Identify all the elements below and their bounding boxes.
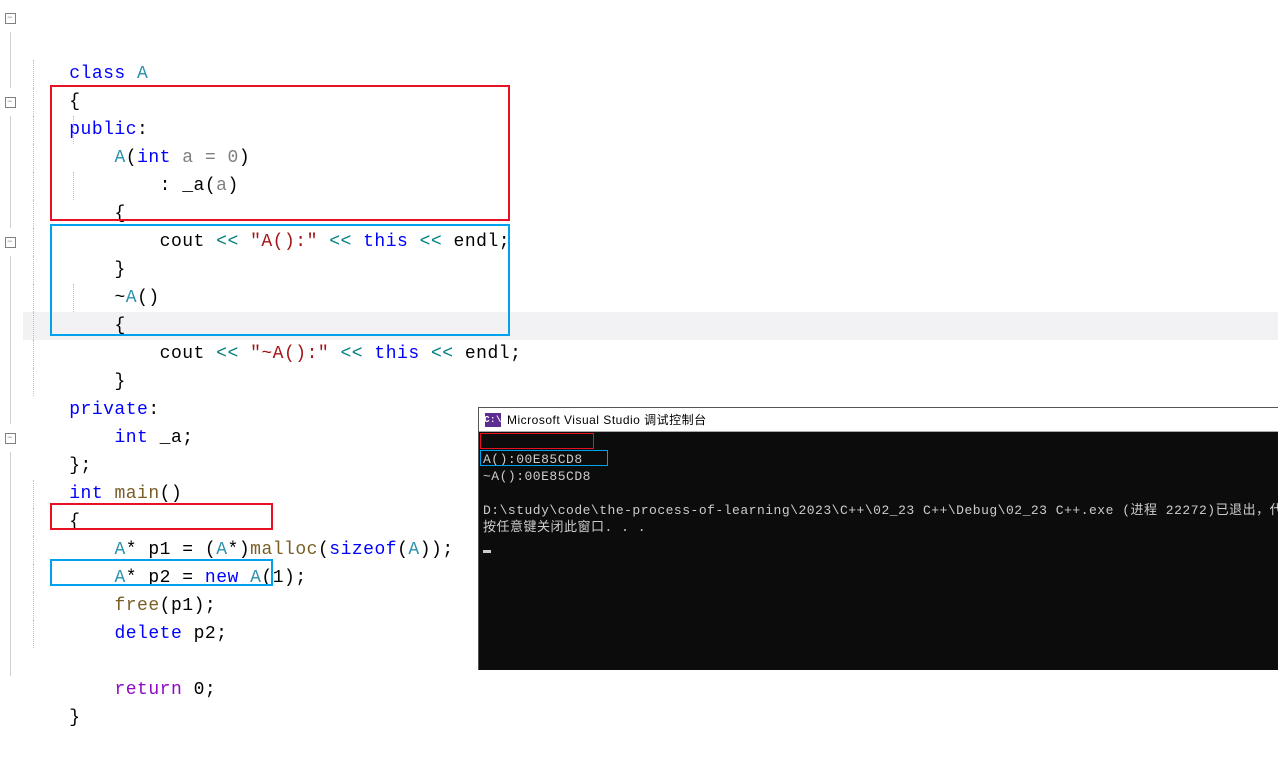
fold-icon[interactable]: −: [5, 237, 16, 248]
code-line: {: [0, 144, 1278, 172]
code-line: {: [0, 32, 1278, 60]
code-line: − class A: [0, 4, 1278, 32]
fold-icon[interactable]: −: [5, 13, 16, 24]
console-line: A():00E85CD8: [483, 452, 583, 467]
code-line: : _a(a): [0, 116, 1278, 144]
code-line: − A(int a = 0): [0, 88, 1278, 116]
code-line: cout << "~A():" << this << endl;: [0, 284, 1278, 312]
console-line: 按任意键关闭此窗口. . .: [483, 520, 646, 535]
console-output: A():00E85CD8 ~A():00E85CD8 D:\study\code…: [479, 432, 1278, 606]
vs-icon: C:\: [485, 413, 501, 427]
code-line: private:: [0, 340, 1278, 368]
console-title: Microsoft Visual Studio 调试控制台: [507, 411, 707, 428]
annotation-box-console-ctor: [480, 433, 594, 449]
console-title-bar[interactable]: C:\ Microsoft Visual Studio 调试控制台: [479, 408, 1278, 432]
console-cursor: [483, 550, 491, 553]
fold-icon[interactable]: −: [5, 433, 16, 444]
console-line: D:\study\code\the-process-of-learning\20…: [483, 503, 1278, 518]
code-line: int _a;: [0, 368, 1278, 396]
code-line: {: [0, 256, 1278, 284]
code-line: }: [0, 200, 1278, 228]
code-line: cout << "A():" << this << endl;: [0, 172, 1278, 200]
code-line: }: [0, 312, 1278, 340]
code-line: − ~A(): [0, 228, 1278, 256]
console-line: ~A():00E85CD8: [483, 469, 591, 484]
code-line: public:: [0, 60, 1278, 88]
fold-icon[interactable]: −: [5, 97, 16, 108]
debug-console-window[interactable]: C:\ Microsoft Visual Studio 调试控制台 A():00…: [478, 407, 1278, 670]
